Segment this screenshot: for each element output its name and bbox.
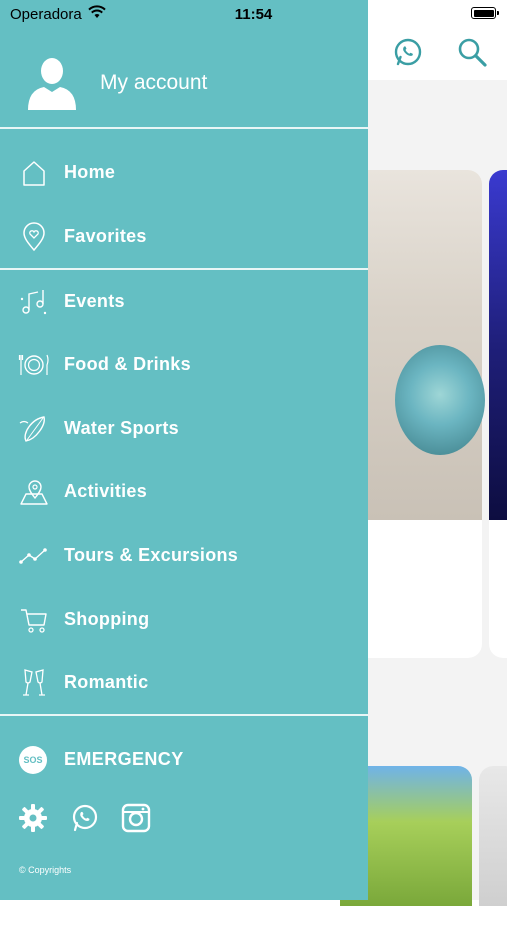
home-icon <box>18 157 50 189</box>
menu-item-favorites[interactable]: Favorites <box>0 212 368 262</box>
heart-pin-icon <box>18 221 50 253</box>
menu-item-activities[interactable]: Activities <box>0 467 368 517</box>
plate-cutlery-icon <box>18 349 50 381</box>
user-avatar-icon <box>26 54 78 110</box>
menu-item-home[interactable]: Home <box>0 148 368 198</box>
emergency-button[interactable]: SOS EMERGENCY <box>0 735 368 785</box>
surfboard-icon <box>18 413 50 445</box>
menu-label-activities: Activities <box>64 481 148 501</box>
champagne-glasses-icon <box>18 667 50 699</box>
instagram-icon[interactable] <box>121 803 151 833</box>
my-account-label: My account <box>100 71 208 94</box>
whatsapp-icon[interactable] <box>391 35 425 69</box>
search-icon[interactable] <box>455 35 489 69</box>
settings-icon[interactable] <box>18 803 48 833</box>
menu-item-food-drinks[interactable]: Food & Drinks <box>0 340 368 390</box>
menu-item-shopping[interactable]: Shopping <box>0 595 368 645</box>
divider <box>0 127 368 129</box>
battery-icon <box>471 7 499 19</box>
menu-label-shopping: Shopping <box>64 609 150 629</box>
side-drawer: My account Home Favorites Events Food & … <box>0 0 368 900</box>
menu-label-tours-excursions: Tours & Excursions <box>64 545 239 565</box>
menu-item-water-sports[interactable]: Water Sports <box>0 404 368 454</box>
menu-item-events[interactable]: Events <box>0 277 368 327</box>
person-photo <box>395 345 485 455</box>
menu-item-tours-excursions[interactable]: Tours & Excursions <box>0 531 368 581</box>
music-notes-icon <box>18 286 50 318</box>
sos-badge: SOS <box>19 746 47 774</box>
event-photo <box>489 170 507 520</box>
divider <box>0 268 368 270</box>
copyright-text: © Copyrights <box>19 865 72 875</box>
activity-card[interactable] <box>479 766 507 926</box>
route-icon <box>18 540 50 572</box>
menu-label-water-sports: Water Sports <box>64 418 179 438</box>
menu-label-food-drinks: Food & Drinks <box>64 354 191 374</box>
my-account-row[interactable]: My account <box>0 30 368 128</box>
emergency-label: EMERGENCY <box>64 749 184 769</box>
clock: 11:54 <box>234 6 273 23</box>
event-card[interactable] <box>489 170 507 658</box>
menu-label-events: Events <box>64 291 125 311</box>
cart-icon <box>18 604 50 636</box>
menu-label-romantic: Romantic <box>64 672 149 692</box>
status-bar: Operadora 11:54 <box>0 0 507 30</box>
menu-item-romantic[interactable]: Romantic <box>0 658 368 708</box>
bottom-icon-bar <box>0 803 368 837</box>
map-pin-icon <box>18 476 50 508</box>
activity-photo <box>479 766 507 906</box>
divider <box>0 714 368 716</box>
menu-label-favorites: Favorites <box>64 226 147 246</box>
whatsapp-icon[interactable] <box>70 803 100 833</box>
menu-label-home: Home <box>64 162 116 182</box>
